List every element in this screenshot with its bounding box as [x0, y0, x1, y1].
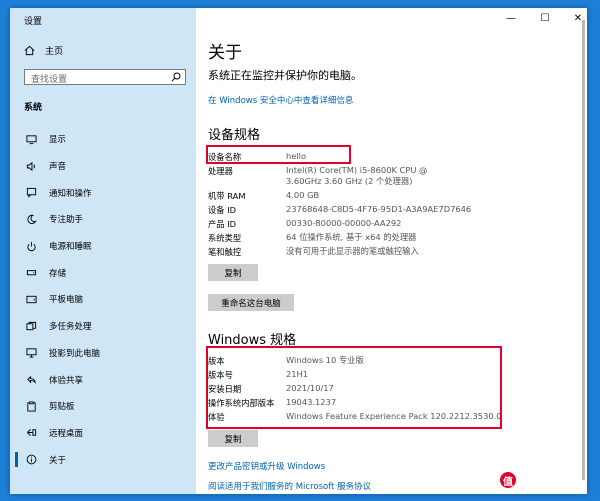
watermark-text: 什么值得买 [520, 474, 575, 487]
spec-label: 产品 ID [208, 219, 237, 229]
section-title: 系统 [24, 103, 43, 113]
sidebar-item-display[interactable]: 显示 [10, 126, 196, 153]
remote-icon [27, 429, 37, 437]
sidebar-item-label: 通知和操作 [49, 188, 92, 199]
copy-windows-specs-button[interactable]: 复制 [208, 430, 258, 447]
sidebar-item-project[interactable]: 投影到此电脑 [10, 340, 196, 367]
sidebar-item-label: 投影到此电脑 [49, 348, 101, 359]
search-icon[interactable] [171, 72, 181, 82]
sidebar-item-remote-desktop[interactable]: 远程桌面 [10, 420, 196, 447]
project-icon [26, 348, 37, 358]
sidebar-item-label: 多任务处理 [49, 322, 92, 333]
sidebar-nav: 显示 声音 通知和操作 专注助手 电源和睡眠 存储 平板电脑 多任务处理 投影到… [10, 126, 196, 473]
power-icon [27, 241, 36, 251]
watermark: 值 什么值得买 [500, 472, 575, 488]
scrollbar[interactable] [582, 20, 585, 480]
minimize-button[interactable]: — [501, 13, 521, 24]
sidebar-item-label: 电源和睡眠 [49, 242, 92, 253]
spec-value: 4.00 GB [286, 190, 320, 200]
sidebar-item-label: 存储 [49, 268, 67, 279]
speaker-icon [26, 161, 35, 171]
maximize-button[interactable]: ☐ [535, 13, 555, 24]
sidebar-item-clipboard[interactable]: 剪贴板 [10, 393, 196, 420]
spec-value: 23768648-C8D5-4F76-95D1-A3A9AE7D7646 [286, 204, 472, 214]
services-agreement-link[interactable]: 阅读适用于我们服务的 Microsoft 服务协议 [208, 480, 371, 492]
sidebar-item-label: 显示 [49, 135, 67, 146]
protection-status: 系统正在监控并保护你的电脑。 [208, 69, 362, 82]
security-center-link[interactable]: 在 Windows 安全中心中查看详细信息 [208, 94, 353, 106]
spec-label: 笔和触控 [208, 247, 242, 257]
storage-icon [26, 270, 37, 276]
highlight-box-device-name [206, 145, 351, 164]
settings-window: 设置 主页 查找设置 系统 显示 声音 通知和操作 专注助手 电源和睡眠 存储 … [10, 8, 587, 494]
spec-label: 系统类型 [208, 233, 242, 243]
monitor-icon [26, 135, 37, 144]
spec-label: 机带 RAM [208, 191, 246, 201]
home-button[interactable]: 主页 [24, 44, 63, 57]
home-label: 主页 [45, 47, 64, 57]
sidebar-item-label: 体验共享 [49, 375, 84, 386]
sidebar-item-label: 剪贴板 [49, 402, 75, 413]
sidebar-item-tablet[interactable]: 平板电脑 [10, 286, 196, 313]
spec-value: 64 位操作系统, 基于 x64 的处理器 [286, 232, 417, 242]
spec-value: Intel(R) Core(TM) i5-8600K CPU @ 3.60GHz… [286, 165, 428, 186]
sidebar-item-shared-experiences[interactable]: 体验共享 [10, 366, 196, 393]
product-key-link[interactable]: 更改产品密钥或升级 Windows [208, 460, 325, 472]
sidebar-item-about[interactable]: 关于 [10, 446, 196, 473]
sidebar-item-storage[interactable]: 存储 [10, 259, 196, 286]
window-title: 设置 [24, 17, 43, 27]
device-specs-heading: 设备规格 [208, 128, 261, 143]
tablet-icon [26, 295, 37, 304]
info-icon [26, 454, 37, 465]
main-content: — ☐ ✕ 关于 系统正在监控并保护你的电脑。 在 Windows 安全中心中查… [196, 8, 587, 494]
highlight-box-windows-specs [206, 346, 502, 429]
copy-device-specs-button[interactable]: 复制 [208, 264, 258, 281]
multitask-icon [26, 321, 37, 330]
notification-icon [26, 188, 37, 198]
share-icon [27, 375, 37, 384]
spec-value: 没有可用于此显示器的笔或触控输入 [286, 246, 419, 256]
moon-icon [27, 214, 37, 224]
sidebar-item-multitasking[interactable]: 多任务处理 [10, 313, 196, 340]
sidebar-item-sound[interactable]: 声音 [10, 153, 196, 180]
sidebar-item-label: 关于 [49, 455, 67, 466]
spec-value: 00330-80000-00000-AA292 [286, 218, 402, 228]
sidebar-item-label: 声音 [49, 162, 67, 173]
page-title: 关于 [208, 43, 242, 63]
sidebar-item-label: 专注助手 [49, 215, 84, 226]
sidebar-item-label: 平板电脑 [49, 295, 84, 306]
home-icon [24, 45, 35, 56]
sidebar: 设置 主页 查找设置 系统 显示 声音 通知和操作 专注助手 电源和睡眠 存储 … [10, 8, 196, 494]
sidebar-item-focus-assist[interactable]: 专注助手 [10, 206, 196, 233]
sidebar-item-power[interactable]: 电源和睡眠 [10, 233, 196, 260]
search-placeholder: 查找设置 [31, 75, 68, 85]
spec-label: 设备 ID [208, 205, 237, 215]
rename-pc-button[interactable]: 重命名这台电脑 [208, 294, 294, 311]
spec-label: 处理器 [208, 166, 233, 176]
sidebar-item-notifications[interactable]: 通知和操作 [10, 179, 196, 206]
sidebar-item-label: 远程桌面 [49, 428, 84, 439]
search-input[interactable]: 查找设置 [24, 69, 186, 85]
clipboard-icon [27, 401, 36, 412]
watermark-badge: 值 [500, 472, 516, 488]
